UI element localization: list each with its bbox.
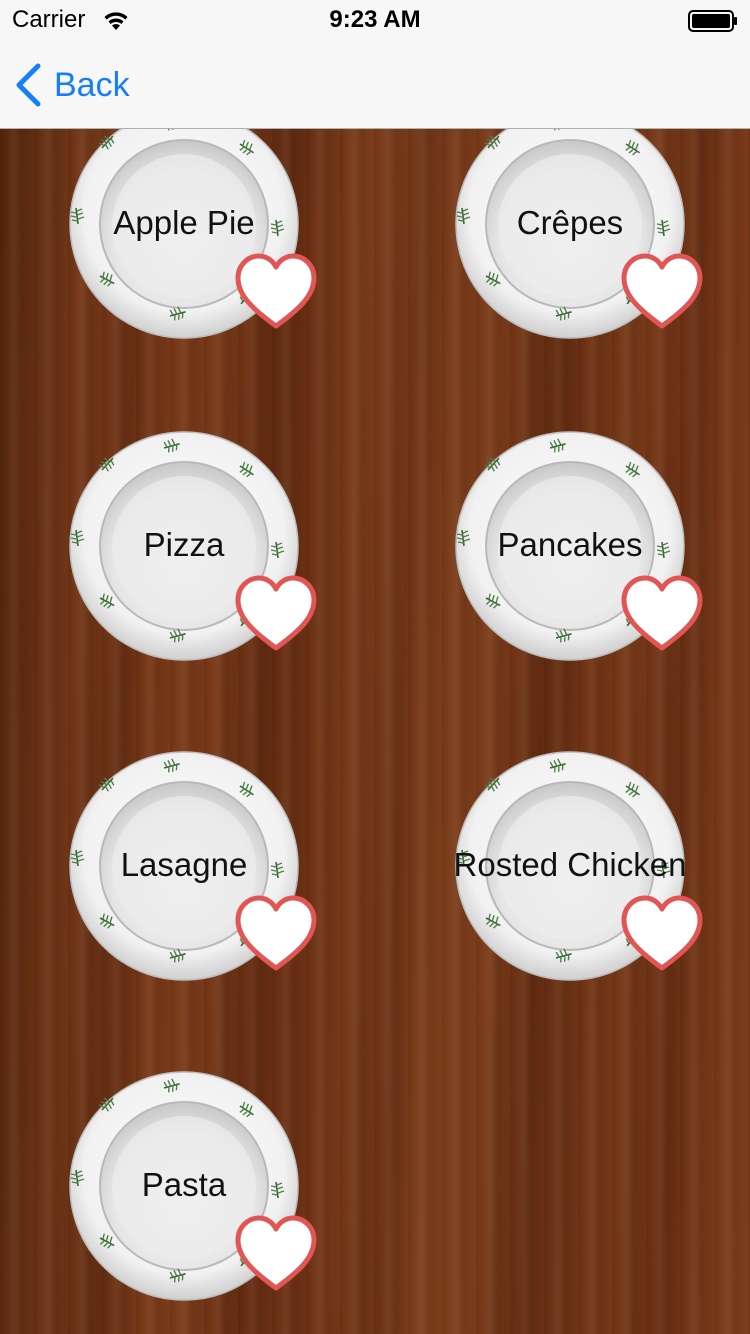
status-time: 9:23 AM <box>329 6 421 33</box>
dish-plate[interactable]: Crêpes <box>454 108 686 340</box>
dish-name: Pancakes <box>497 526 643 563</box>
heart-icon[interactable] <box>234 252 318 332</box>
heart-icon[interactable] <box>234 894 318 974</box>
dish-name: Apple Pie <box>113 204 255 241</box>
navigation-bar: Carrier 9:23 AM Back <box>0 0 750 129</box>
dish-plate[interactable]: Apple Pie <box>68 108 300 340</box>
heart-icon[interactable] <box>234 574 318 654</box>
dish-plate[interactable]: Lasagne <box>68 750 300 982</box>
dish-name: Lasagne <box>120 846 248 883</box>
back-label: Back <box>54 65 130 104</box>
dish-name: Pasta <box>141 1166 227 1203</box>
heart-icon[interactable] <box>620 252 704 332</box>
screen: Apple Pie Crêpes Pizza Pancakes Lasagne … <box>0 0 750 1334</box>
chevron-left-icon <box>16 63 41 107</box>
dish-name: Rosted Chicken <box>453 846 687 883</box>
heart-icon[interactable] <box>234 1214 318 1294</box>
back-button[interactable]: Back <box>14 60 130 110</box>
dish-plate[interactable]: Pasta <box>68 1070 300 1302</box>
heart-icon[interactable] <box>620 894 704 974</box>
dish-name: Crêpes <box>516 204 624 241</box>
dish-plate[interactable]: Rosted Chicken <box>454 750 686 982</box>
heart-icon[interactable] <box>620 574 704 654</box>
dish-plate[interactable]: Pancakes <box>454 430 686 662</box>
dish-plate[interactable]: Pizza <box>68 430 300 662</box>
battery-icon <box>688 10 737 32</box>
dish-name: Pizza <box>143 526 225 563</box>
